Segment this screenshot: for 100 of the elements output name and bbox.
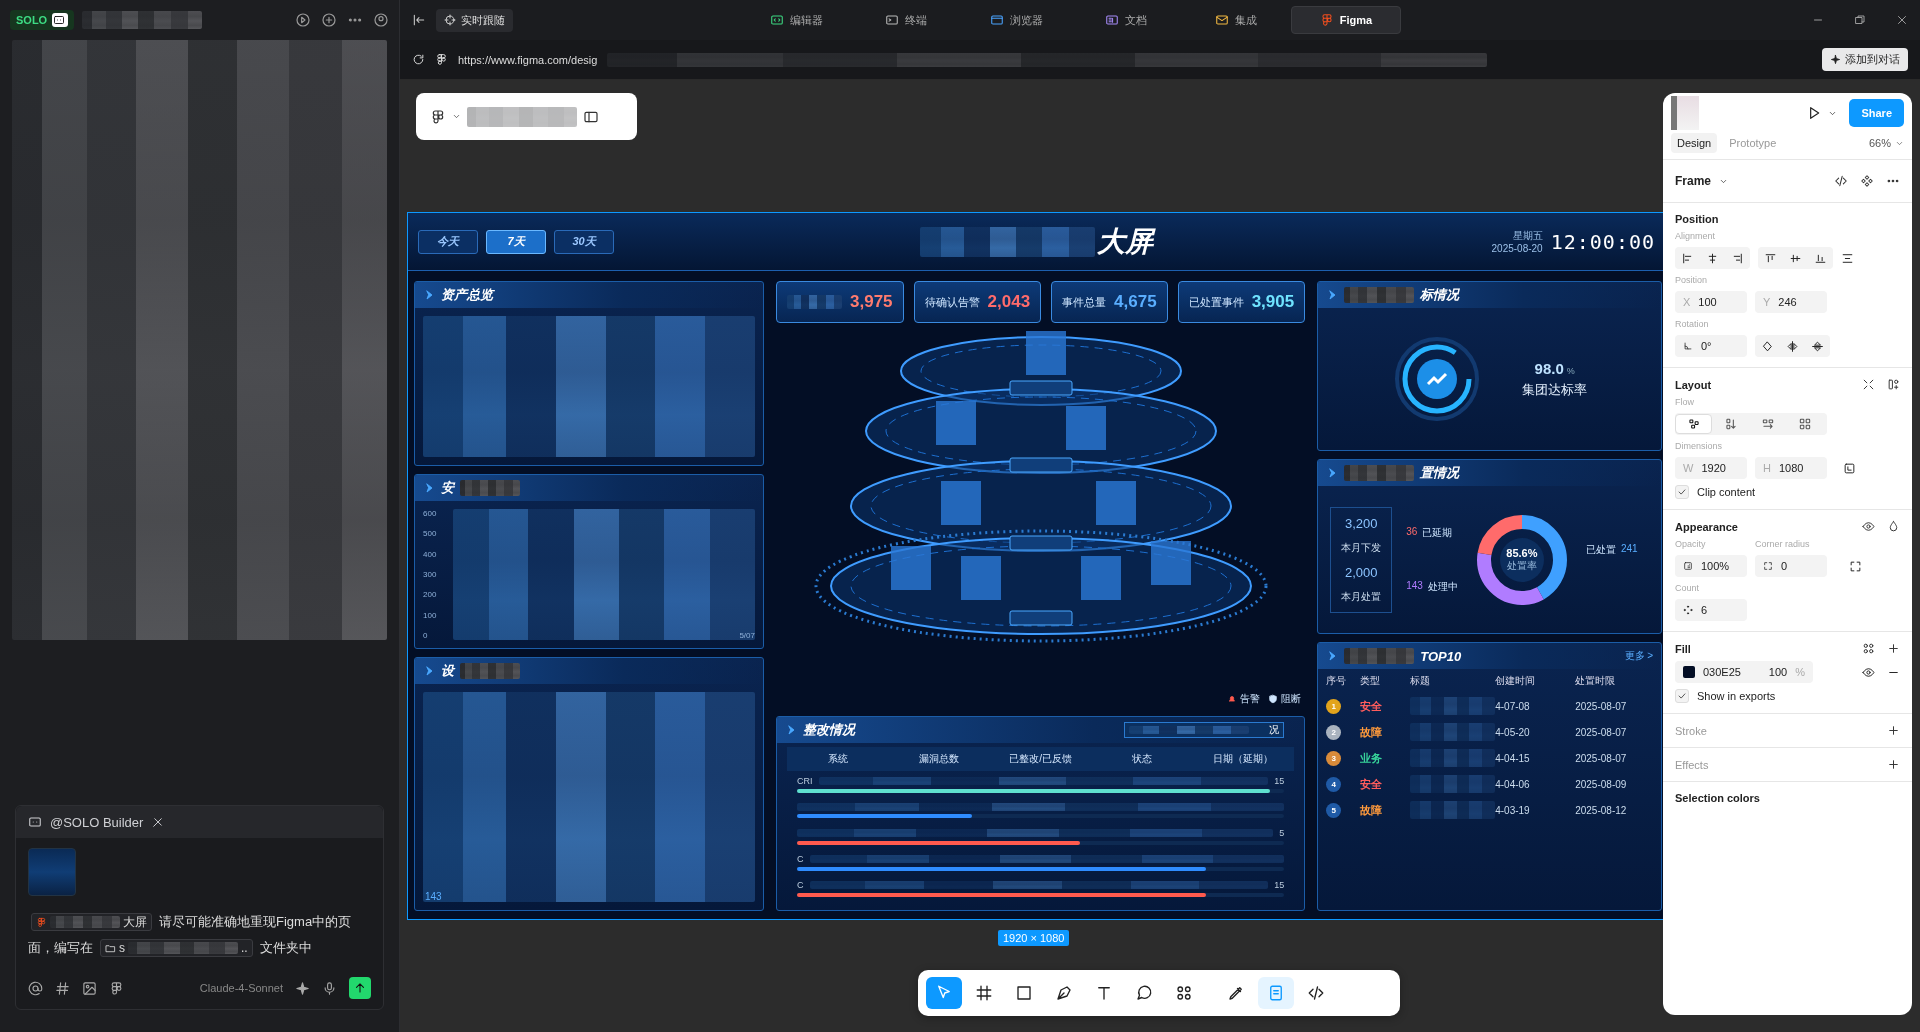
input-field[interactable]: 030E25 100 % — [1675, 661, 1813, 683]
field-label: Alignment — [1675, 231, 1717, 241]
reload-icon[interactable] — [412, 53, 425, 66]
play-circle-icon[interactable] — [295, 12, 311, 28]
section-title: Fill — [1675, 642, 1691, 655]
code-icon[interactable] — [1834, 174, 1848, 188]
tab[interactable]: 集成 — [1181, 6, 1291, 34]
eye-icon[interactable] — [1862, 520, 1875, 533]
drop-icon[interactable] — [1887, 520, 1900, 533]
add-circle-icon[interactable] — [321, 12, 337, 28]
component-icon[interactable] — [1860, 174, 1874, 188]
file-menu-chip[interactable] — [416, 93, 637, 140]
resize-icon[interactable] — [1843, 461, 1856, 475]
figma-link-chip[interactable]: 大屏 — [31, 913, 152, 931]
figma-icon — [435, 53, 448, 66]
send-button[interactable] — [349, 977, 371, 999]
tab[interactable]: 编辑器 — [741, 6, 851, 34]
axis-label: 0 — [423, 630, 429, 640]
more-link[interactable]: 更多 > — [1624, 649, 1654, 663]
shield-icon — [1268, 694, 1279, 704]
time-filter-tab[interactable]: 30天 — [554, 229, 614, 254]
align-icon[interactable] — [1731, 251, 1744, 265]
rotate-icon[interactable] — [1761, 339, 1774, 353]
add-icon[interactable] — [1887, 724, 1900, 737]
input-field[interactable]: W 1920 — [1675, 457, 1747, 479]
field-label: Count — [1675, 583, 1701, 593]
stat-label: 已处置事件 — [1188, 294, 1244, 310]
folder-icon — [105, 942, 116, 954]
blurred-block — [50, 916, 120, 928]
section-title: Layout — [1675, 378, 1712, 391]
input-field[interactable]: 100% — [1675, 555, 1747, 577]
input-field[interactable]: 6 — [1675, 599, 1747, 621]
time-filter-tab[interactable]: 今天 — [418, 229, 478, 254]
stat-label: 待确认告警 — [924, 294, 980, 310]
flip-vertical-icon[interactable] — [1811, 339, 1824, 353]
panel-title: 置情况 — [1420, 464, 1460, 482]
input-field[interactable]: X 100 — [1675, 291, 1747, 313]
solo-badge[interactable]: SOLO — [10, 10, 75, 30]
image-icon[interactable] — [82, 980, 97, 996]
tab[interactable]: Figma — [1291, 6, 1401, 34]
microphone-icon[interactable] — [322, 980, 337, 996]
column-header: 状态 — [1131, 752, 1154, 766]
hash-icon[interactable] — [55, 980, 70, 996]
styles-icon[interactable] — [1862, 642, 1875, 655]
input-field[interactable]: Y 246 — [1755, 291, 1827, 313]
clock-time: 12:00:00 — [1550, 229, 1655, 254]
count-value: 36 — [1406, 525, 1418, 539]
blurred-block — [1344, 465, 1415, 481]
tab[interactable]: 终端 — [851, 6, 961, 34]
tab[interactable]: 浏览器 — [961, 6, 1071, 34]
search-field[interactable]: 况 — [1124, 722, 1285, 738]
restore-icon[interactable] — [1854, 14, 1866, 26]
table-cell-text: 2025-08-07 — [1575, 752, 1628, 764]
kpi-value: 2,000 — [1344, 564, 1378, 580]
arrow-up-icon — [353, 981, 367, 995]
field-label: Position — [1675, 275, 1709, 285]
add-to-chat-button[interactable]: 添加到对话 — [1822, 48, 1908, 71]
time-filter-tab[interactable]: 7天 — [486, 229, 546, 254]
column-header: 创建时间 — [1495, 674, 1537, 688]
distribute-icon[interactable] — [1841, 251, 1854, 265]
stat-value: 4,675 — [1114, 292, 1157, 312]
folder-chip[interactable]: s .. — [100, 939, 253, 957]
at-sign-icon[interactable] — [28, 980, 43, 996]
panel-tab[interactable]: Design — [1671, 133, 1718, 153]
sparkle-icon[interactable] — [295, 980, 310, 996]
input-field[interactable]: 0° — [1675, 335, 1747, 357]
align-icon[interactable] — [1764, 251, 1777, 265]
corners-icon[interactable] — [1849, 559, 1862, 573]
zoom-dropdown[interactable]: 66% — [1868, 137, 1904, 149]
align-icon[interactable] — [1706, 251, 1719, 265]
align-icon[interactable] — [1681, 251, 1694, 265]
flow-option[interactable] — [1675, 414, 1712, 434]
checkbox[interactable] — [1675, 689, 1689, 703]
checkbox[interactable] — [1675, 485, 1689, 499]
column-header: 已整改/已反馈 — [1008, 752, 1073, 766]
close-icon[interactable] — [1896, 14, 1908, 26]
user-icon[interactable] — [373, 12, 389, 28]
eye-icon[interactable] — [1862, 665, 1875, 679]
envelope-icon — [1215, 13, 1229, 27]
add-icon[interactable] — [1887, 758, 1900, 771]
add-layout-icon[interactable] — [1887, 378, 1900, 391]
stat-label: 事件总量 — [1062, 294, 1107, 310]
flip-horizontal-icon[interactable] — [1786, 339, 1799, 353]
layer-type: Frame — [1675, 174, 1712, 188]
collapse-icon[interactable] — [1862, 378, 1875, 391]
table-cell: C — [797, 853, 804, 864]
input-field[interactable]: 0 — [1755, 555, 1827, 577]
follow-button[interactable]: 实时跟随 — [436, 8, 513, 32]
tab[interactable]: 文档 — [1071, 6, 1181, 34]
grid-icon — [1797, 417, 1812, 431]
add-icon[interactable] — [1887, 642, 1900, 655]
panel-title: 标情况 — [1420, 286, 1460, 304]
column-header: 漏洞总数 — [918, 752, 961, 766]
image-thumbnail[interactable] — [28, 848, 76, 896]
axis-label: 600 — [423, 509, 438, 518]
figma-icon[interactable] — [109, 980, 124, 996]
check-icon — [1677, 487, 1687, 497]
input-field[interactable]: H 1080 — [1755, 457, 1827, 479]
table-cell-text: 安全 — [1360, 698, 1384, 714]
color-swatch[interactable] — [1683, 666, 1695, 678]
